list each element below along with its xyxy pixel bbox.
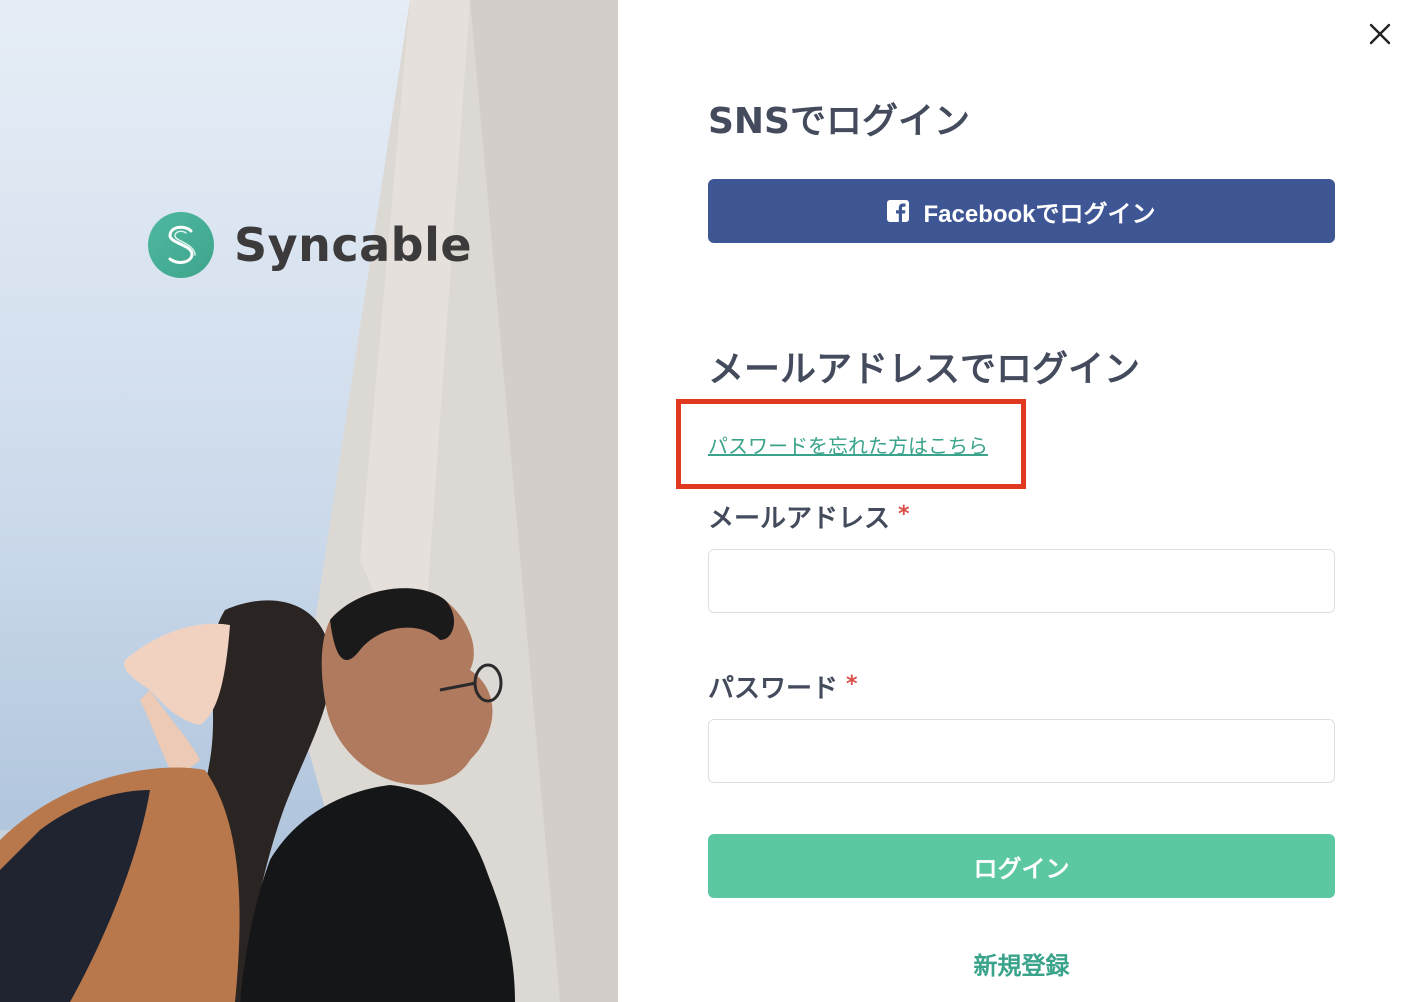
login-modal: Syncable SNSでログイン Facebookでログイン メールアドレスで… xyxy=(0,0,1416,1002)
brand-name: Syncable xyxy=(234,218,473,272)
required-mark: * xyxy=(846,672,858,697)
forgot-password-link[interactable]: パスワードを忘れた方はこちら xyxy=(708,430,988,459)
syncable-logo-icon xyxy=(148,212,214,278)
close-button[interactable] xyxy=(1364,18,1396,50)
signup-link[interactable]: 新規登録 xyxy=(708,946,1335,981)
hero-photo xyxy=(0,0,618,1002)
facebook-login-label: Facebookでログイン xyxy=(923,200,1156,228)
login-button[interactable]: ログイン xyxy=(708,834,1335,898)
brand-logo: Syncable xyxy=(148,212,472,278)
sns-login-heading: SNSでログイン xyxy=(708,101,970,142)
password-label-text: パスワード xyxy=(708,674,839,704)
email-label: メールアドレス * xyxy=(708,498,910,535)
email-label-text: メールアドレス xyxy=(708,504,891,534)
facebook-login-button[interactable]: Facebookでログイン xyxy=(708,179,1335,243)
hero-panel: Syncable xyxy=(0,0,618,1002)
email-input[interactable] xyxy=(708,549,1335,613)
password-input[interactable] xyxy=(708,719,1335,783)
login-button-label: ログイン xyxy=(973,855,1070,883)
facebook-icon xyxy=(887,200,910,222)
close-icon xyxy=(1369,23,1391,45)
password-label: パスワード * xyxy=(708,668,858,705)
email-login-heading: メールアドレスでログイン xyxy=(708,349,1141,390)
required-mark: * xyxy=(898,502,910,527)
